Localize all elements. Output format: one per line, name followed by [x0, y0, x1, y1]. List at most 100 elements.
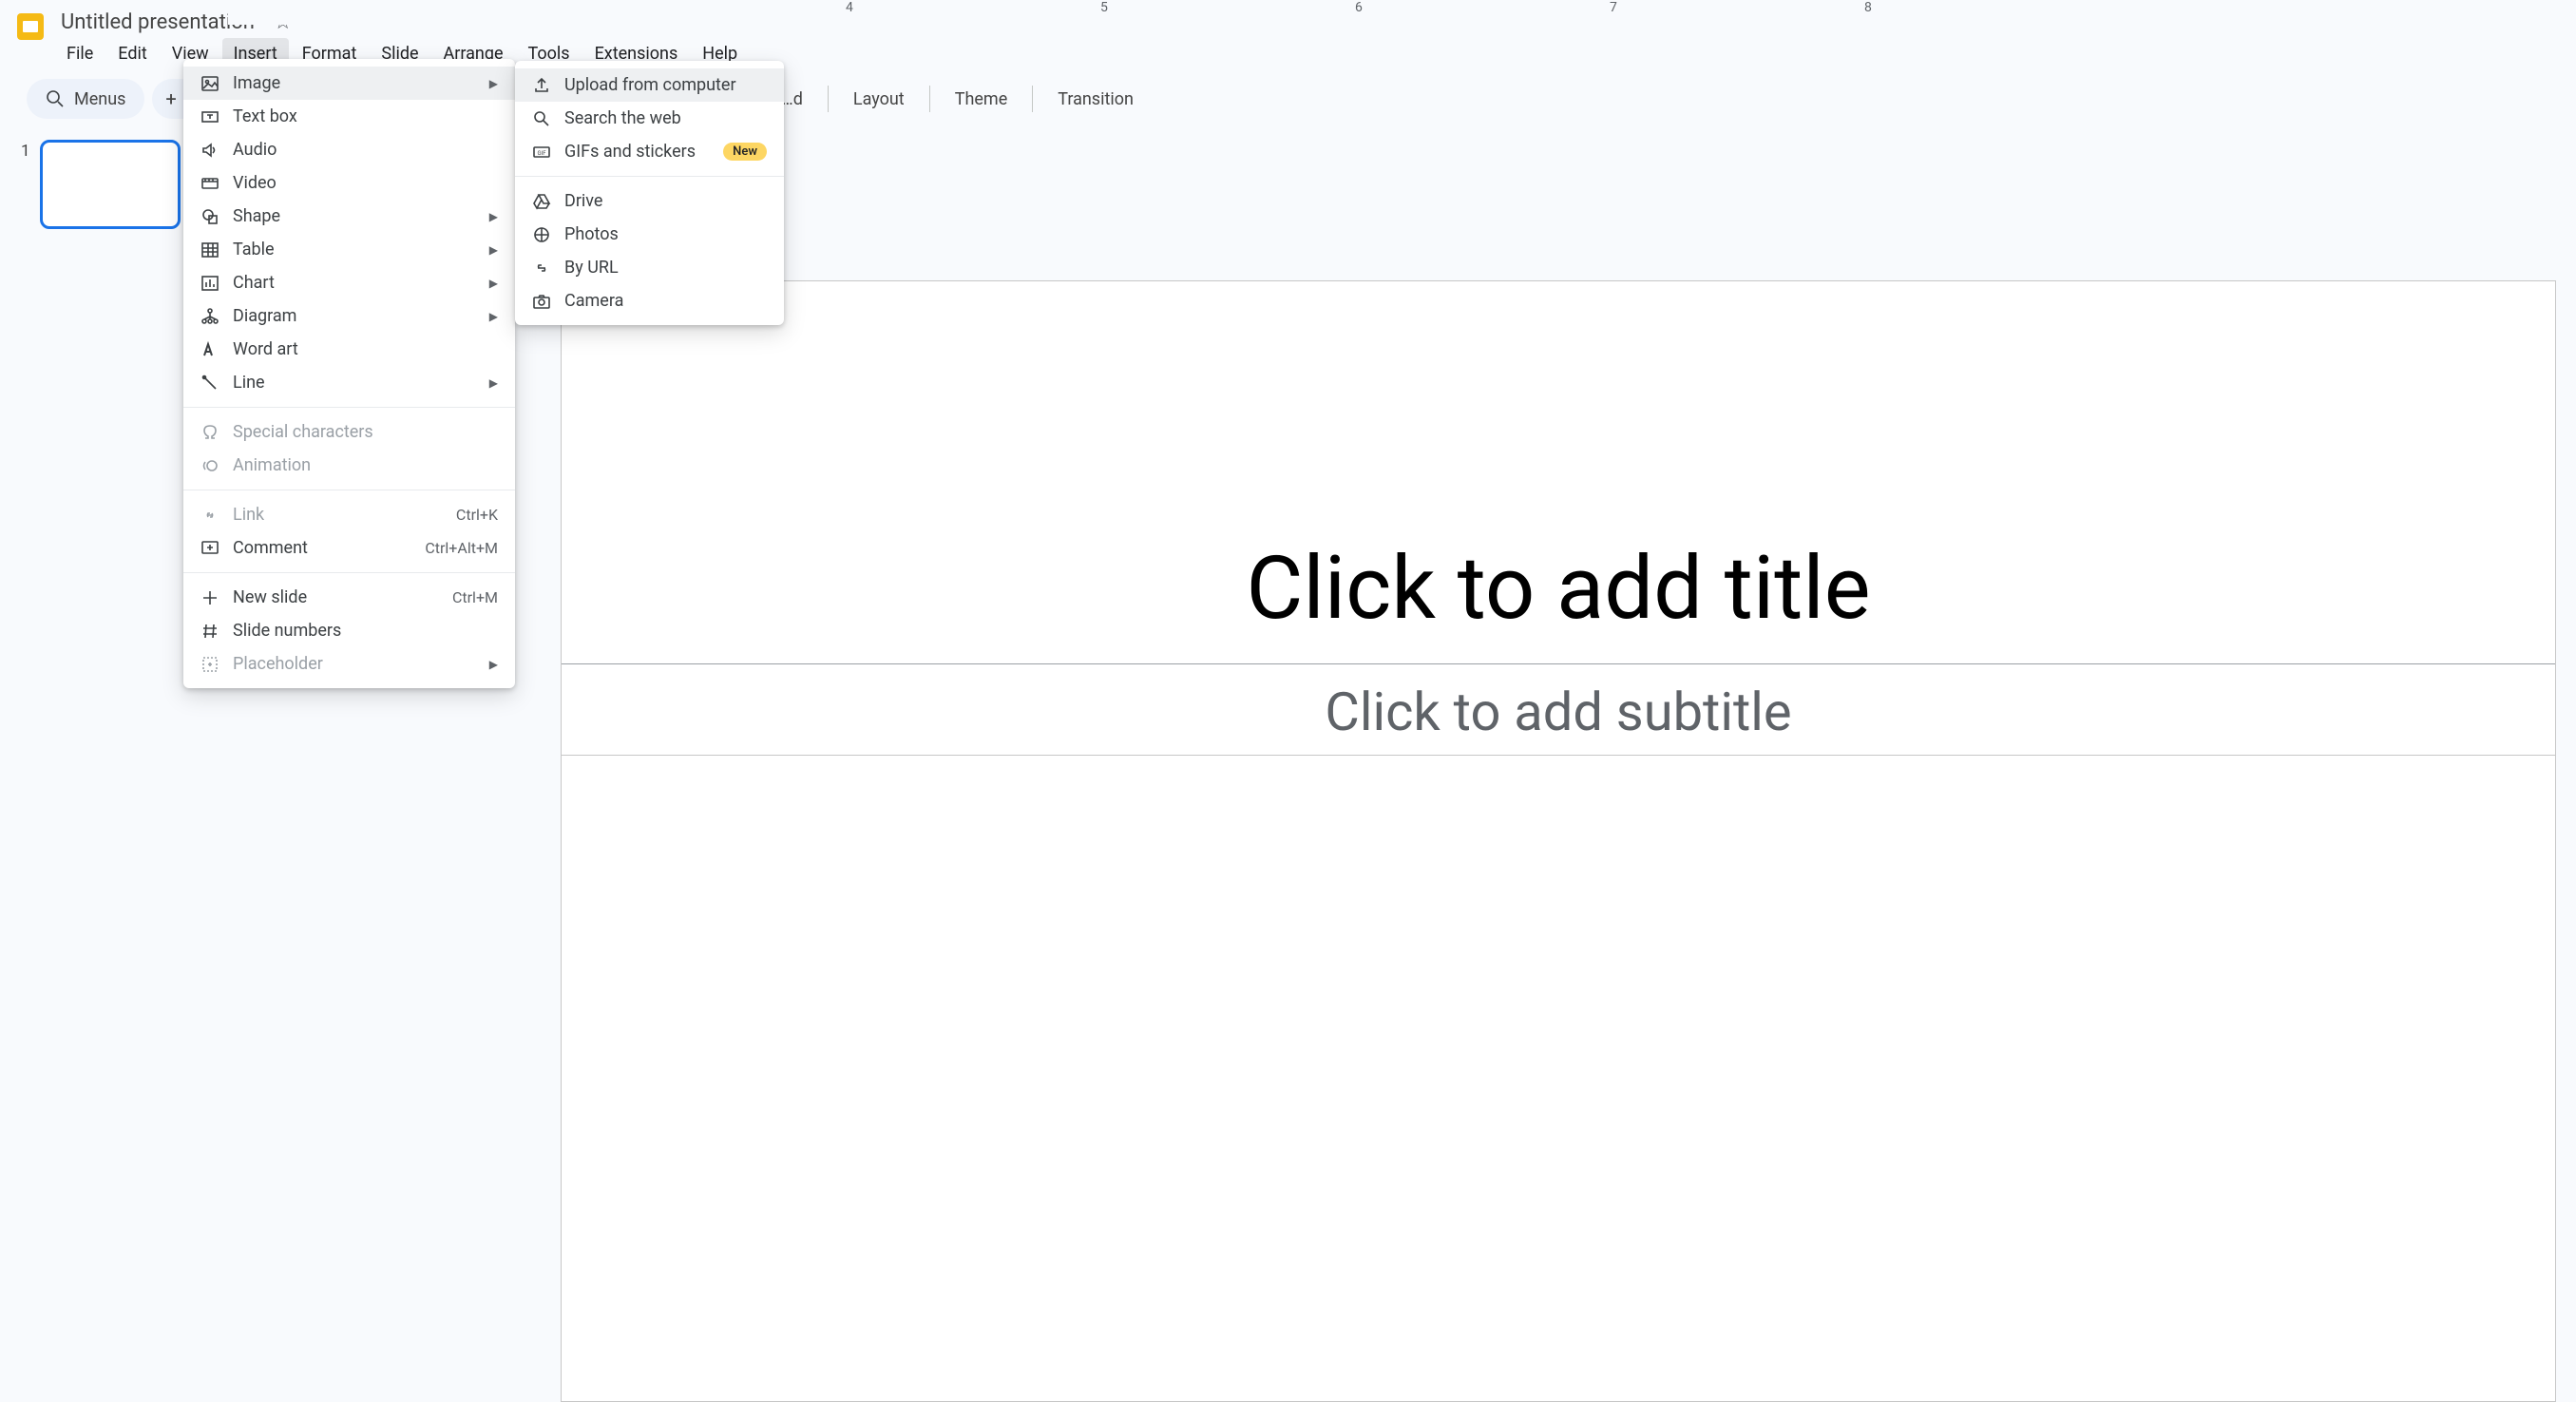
app-logo[interactable]	[11, 8, 49, 46]
image-upload-from-computer[interactable]: Upload from computer	[515, 68, 784, 102]
menu-edit[interactable]: Edit	[106, 38, 158, 69]
ruler-tick: 7	[1610, 0, 1617, 15]
submenu-arrow-icon: ▶	[489, 310, 498, 323]
menus-search[interactable]: Menus	[27, 79, 144, 119]
ruler-tick: 5	[1100, 0, 1108, 15]
new-badge: New	[723, 143, 767, 161]
toolbar-sep	[929, 86, 930, 112]
submenu-arrow-icon: ▶	[489, 77, 498, 90]
menu-item-label: Upload from computer	[564, 75, 767, 95]
ruler-horizontal: 4 5 6 7 8	[228, 0, 2576, 25]
insert-text-box[interactable]: Text box	[183, 100, 515, 133]
theme-button[interactable]: Theme	[942, 84, 1021, 115]
search-icon	[532, 109, 551, 128]
menu-item-label: Diagram	[233, 306, 476, 326]
image-gifs-and-stickers[interactable]: GIF GIFs and stickers New	[515, 135, 784, 168]
menu-item-label: Shape	[233, 206, 476, 226]
title-placeholder[interactable]: Click to add title	[1246, 538, 1870, 640]
transition-button[interactable]: Transition	[1044, 84, 1147, 115]
insert-comment[interactable]: Comment Ctrl+Alt+M	[183, 531, 515, 565]
insert-line[interactable]: Line▶	[183, 366, 515, 399]
insert-animation: Animation	[183, 449, 515, 482]
audio-icon	[200, 141, 219, 160]
menu-item-label: Comment	[233, 538, 411, 558]
ruler-tick: 4	[846, 0, 853, 15]
insert-diagram[interactable]: Diagram ▶	[183, 299, 515, 333]
drive-icon	[532, 192, 551, 211]
image-by-url[interactable]: By URL	[515, 251, 784, 284]
divider	[562, 755, 2555, 756]
ruler-tick: 6	[1355, 0, 1363, 15]
menu-item-label: Text box	[233, 106, 498, 126]
video-icon	[200, 174, 219, 193]
menu-item-label: Search the web	[564, 108, 767, 128]
plus-icon	[200, 588, 219, 607]
slide-thumbnail[interactable]	[40, 140, 181, 229]
menu-item-label: Special characters	[233, 422, 498, 442]
menu-item-label: Image	[233, 73, 476, 93]
textbox-icon	[200, 107, 219, 126]
insert-chart[interactable]: Chart ▶	[183, 266, 515, 299]
insert-word-art[interactable]: Word art	[183, 333, 515, 366]
image-drive[interactable]: Drive	[515, 184, 784, 218]
url-icon	[532, 259, 551, 278]
menu-item-label: Photos	[564, 224, 767, 244]
menu-separator	[515, 176, 784, 177]
insert-audio[interactable]: Audio	[183, 133, 515, 166]
ruler-tick: 8	[1864, 0, 1872, 15]
insert-link: LinkCtrl+K	[183, 498, 515, 531]
insert-table[interactable]: Table ▶	[183, 233, 515, 266]
menu-item-label: GIFs and stickers	[564, 142, 710, 162]
camera-icon	[532, 292, 551, 311]
line-icon	[200, 374, 219, 393]
toolbar-sep	[1032, 86, 1033, 112]
menu-item-label: Table	[233, 240, 476, 259]
menu-item-label: Video	[233, 173, 498, 193]
svg-text:GIF: GIF	[537, 150, 546, 157]
submenu-arrow-icon: ▶	[489, 243, 498, 257]
insert-shape[interactable]: Shape ▶	[183, 200, 515, 233]
layout-button[interactable]: Layout	[840, 84, 918, 115]
menu-item-label: Link	[233, 505, 443, 525]
menu-item-label: Placeholder	[233, 654, 476, 674]
animation-icon	[200, 456, 219, 475]
insert-video[interactable]: Video	[183, 166, 515, 200]
chart-icon	[200, 274, 219, 293]
menu-item-label: Camera	[564, 291, 767, 311]
menu-shortcut: Ctrl+Alt+M	[425, 539, 498, 557]
menu-separator	[183, 572, 515, 573]
insert-placeholder: Placeholder▶	[183, 647, 515, 681]
insert-special-characters: Special characters	[183, 415, 515, 449]
menu-item-label: Animation	[233, 455, 498, 475]
slide-panel: 1	[0, 128, 209, 229]
menu-item-label: Drive	[564, 191, 767, 211]
gif-icon: GIF	[532, 143, 551, 162]
insert-slide-numbers[interactable]: Slide numbers	[183, 614, 515, 647]
image-camera[interactable]: Camera	[515, 284, 784, 317]
insert-image[interactable]: Image ▶	[183, 67, 515, 100]
menus-label: Menus	[74, 89, 125, 109]
menu-item-label: Chart	[233, 273, 476, 293]
image-search-the-web[interactable]: Search the web	[515, 102, 784, 135]
insert-menu-dropdown: Image▶Text boxAudioVideoShape▶Table▶Char…	[183, 59, 515, 688]
menu-separator	[183, 407, 515, 408]
thumb-index: 1	[21, 142, 30, 161]
subtitle-placeholder[interactable]: Click to add subtitle	[1325, 681, 1791, 743]
insert-new-slide[interactable]: New slideCtrl+M	[183, 581, 515, 614]
menu-item-label: Audio	[233, 140, 498, 160]
submenu-arrow-icon: ▶	[489, 210, 498, 223]
plus-icon: +	[165, 87, 176, 110]
placeholder-icon	[200, 655, 219, 674]
menu-file[interactable]: File	[55, 38, 105, 69]
image-submenu-dropdown: Upload from computerSearch the webGIFGIF…	[515, 61, 784, 325]
menu-item-label: New slide	[233, 587, 439, 607]
hash-icon	[200, 622, 219, 641]
submenu-arrow-icon: ▶	[489, 277, 498, 290]
diagram-icon	[200, 307, 219, 326]
comment-icon	[200, 539, 219, 558]
menu-item-label: By URL	[564, 258, 767, 278]
slide-canvas[interactable]: Click to add title Click to add subtitle	[561, 280, 2556, 1402]
search-icon	[46, 89, 65, 108]
wordart-icon	[200, 340, 219, 359]
image-photos[interactable]: Photos	[515, 218, 784, 251]
